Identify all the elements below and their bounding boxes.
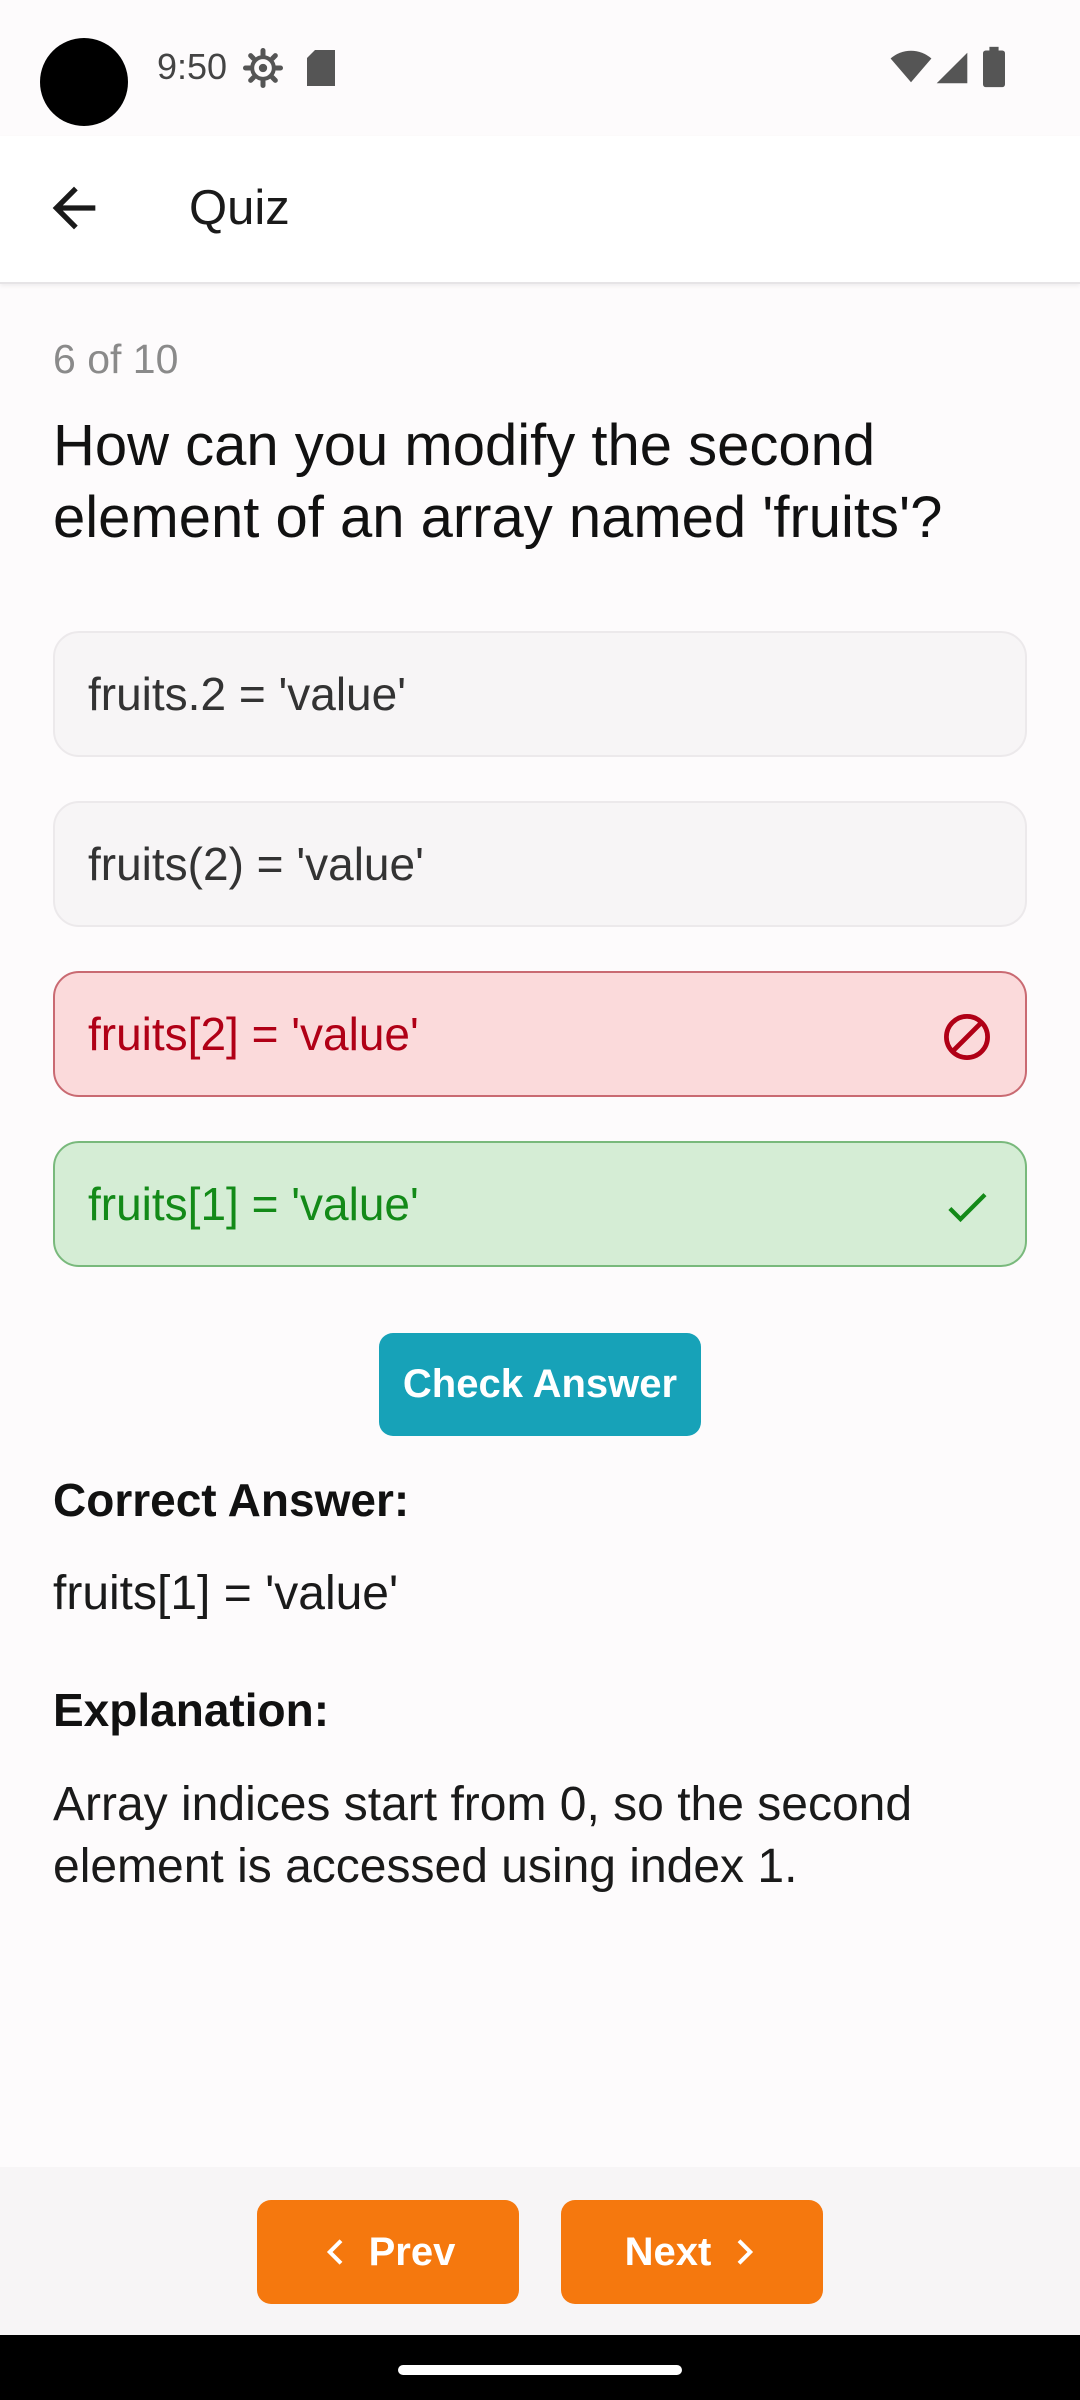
camera-cutout (40, 38, 128, 126)
check-answer-button[interactable]: Check Answer (379, 1333, 701, 1436)
status-bar: 9:50 (0, 0, 1080, 136)
check-icon (948, 1193, 987, 1223)
gear-icon (243, 48, 283, 88)
status-time: 9:50 (157, 46, 228, 87)
next-button[interactable]: Next (561, 2200, 823, 2304)
explanation-text: Array indices start from 0, so the secon… (53, 1778, 913, 1893)
page-title: Quiz (189, 181, 290, 235)
answer-option-correct[interactable]: fruits[1] = 'value' (53, 1141, 1027, 1267)
option-label: fruits.2 = 'value' (88, 668, 407, 720)
bottom-navigation: Prev Next (0, 2167, 1080, 2335)
app-bar: Quiz (0, 136, 1080, 284)
answer-option-wrong[interactable]: fruits[2] = 'value' (53, 971, 1027, 1097)
question-progress: 6 of 10 (53, 336, 179, 382)
chevron-left-icon (326, 2239, 343, 2265)
prev-label: Prev (368, 2229, 456, 2274)
arrow-back-icon[interactable] (42, 176, 106, 240)
prev-button[interactable]: Prev (257, 2200, 519, 2304)
home-handle[interactable] (398, 2365, 682, 2375)
option-label: fruits[2] = 'value' (88, 1008, 419, 1060)
sd-card-icon (307, 50, 335, 86)
battery-icon (983, 46, 1005, 88)
explanation-label: Explanation: (53, 1684, 330, 1736)
signal-icon (936, 52, 968, 84)
option-label: fruits[1] = 'value' (88, 1178, 419, 1230)
next-label: Next (624, 2229, 712, 2274)
system-gesture-bar (0, 2335, 1080, 2400)
correct-answer-value: fruits[1] = 'value' (53, 1567, 399, 1620)
correct-answer-label: Correct Answer: (53, 1474, 410, 1526)
question-text: How can you modify the second element of… (53, 413, 943, 550)
option-label: fruits(2) = 'value' (88, 838, 424, 890)
chevron-right-icon (737, 2239, 754, 2265)
answer-option[interactable]: fruits.2 = 'value' (53, 631, 1027, 757)
answer-option[interactable]: fruits(2) = 'value' (53, 801, 1027, 927)
wifi-icon (890, 50, 932, 83)
block-icon (944, 1014, 990, 1060)
